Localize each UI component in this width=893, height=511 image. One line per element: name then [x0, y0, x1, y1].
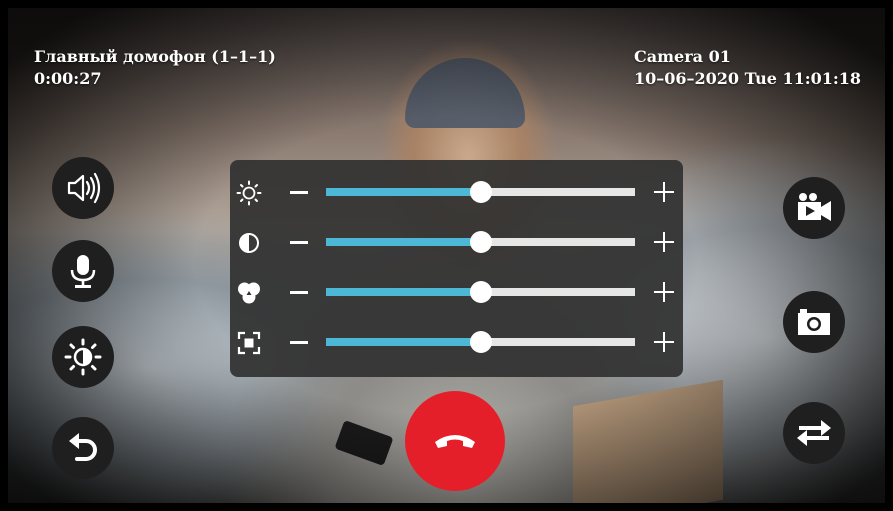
focus-frame-icon	[237, 331, 261, 355]
brightness-slider[interactable]	[326, 181, 635, 203]
person-phone	[334, 420, 394, 466]
sun-icon	[236, 180, 262, 206]
color-slider-row	[230, 268, 683, 318]
phone-hangup-icon	[435, 435, 475, 448]
microphone-button[interactable]	[52, 240, 114, 302]
parcel-box	[573, 379, 723, 503]
brightness-knob[interactable]	[469, 181, 492, 203]
brightness-contrast-button[interactable]	[52, 326, 114, 388]
snapshot-button[interactable]	[783, 291, 845, 353]
color-fill	[326, 288, 481, 296]
zoom-fill	[326, 338, 481, 346]
contrast-knob[interactable]	[469, 231, 492, 253]
camera-snapshot-icon	[798, 309, 830, 335]
brightness-fill	[326, 188, 481, 196]
color-minus-button[interactable]	[290, 291, 308, 294]
call-timer: 0:00:27	[34, 69, 102, 88]
zoom-slider-row	[230, 318, 683, 368]
contrast-slider[interactable]	[326, 231, 635, 253]
speaker-icon	[67, 172, 101, 204]
microphone-icon	[70, 255, 96, 288]
zoom-plus-button[interactable]	[654, 332, 674, 352]
color-plus-button[interactable]	[654, 282, 674, 302]
zoom-knob[interactable]	[469, 331, 492, 353]
intercom-title: Главный домофон (1–1–1)	[34, 47, 276, 66]
contrast-minus-button[interactable]	[290, 241, 308, 244]
date-time: 10–06–2020 Tue 11:01:18	[634, 69, 862, 88]
zoom-minus-button[interactable]	[290, 341, 308, 344]
camera-name: Camera 01	[634, 47, 731, 66]
video-record-icon	[798, 193, 831, 221]
color-saturation-icon	[238, 282, 260, 304]
brightness-plus-button[interactable]	[654, 182, 674, 202]
back-arrow-icon	[69, 433, 97, 461]
intercom-screen: Главный домофон (1–1–1) 0:00:27 Camera 0…	[0, 0, 893, 511]
brightness-minus-button[interactable]	[290, 191, 308, 194]
person-cap	[405, 58, 525, 128]
contrast-fill	[326, 238, 481, 246]
brightness-contrast-icon	[64, 338, 102, 376]
contrast-plus-button[interactable]	[654, 232, 674, 252]
video-record-button[interactable]	[783, 177, 845, 239]
contrast-slider-row	[230, 218, 683, 268]
switch-camera-button[interactable]	[783, 402, 845, 464]
switch-arrows-icon	[797, 420, 831, 446]
image-adjust-panel	[230, 160, 683, 377]
speaker-button[interactable]	[52, 157, 114, 219]
contrast-icon	[239, 233, 259, 253]
back-button[interactable]	[52, 417, 114, 479]
color-knob[interactable]	[469, 281, 492, 303]
zoom-slider[interactable]	[326, 331, 635, 353]
color-slider[interactable]	[326, 281, 635, 303]
brightness-slider-row	[230, 168, 683, 218]
hangup-button[interactable]	[405, 391, 505, 491]
